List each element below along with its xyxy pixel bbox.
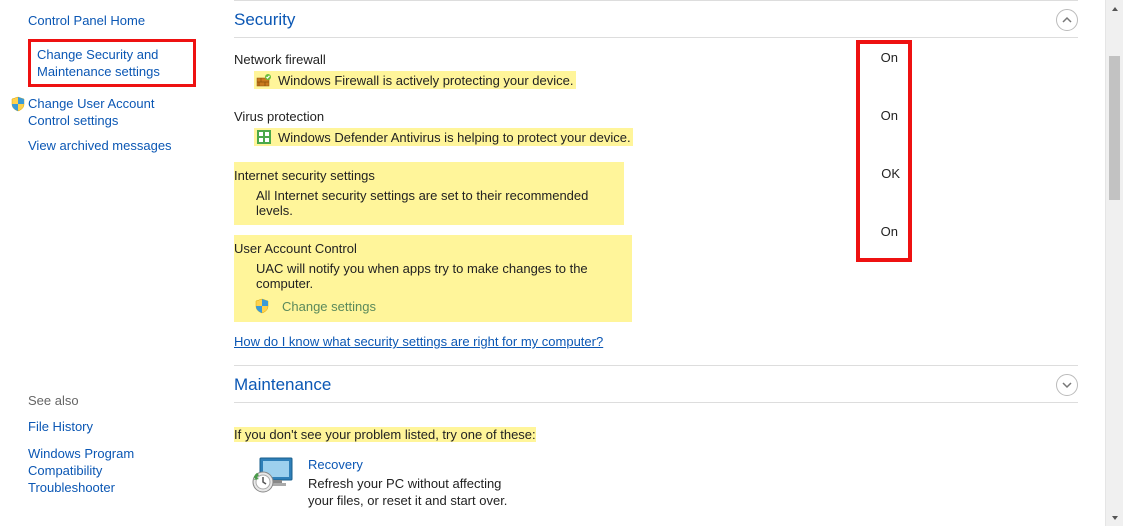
triangle-up-icon (1111, 5, 1119, 13)
virus-protection-item: Virus protection Windows Defender Antivi… (234, 109, 1078, 148)
firewall-icon (256, 72, 272, 88)
see-also-title: See also (28, 393, 212, 408)
scroll-up-button[interactable] (1106, 0, 1123, 17)
uac-title: User Account Control (234, 241, 624, 256)
internet-security-title: Internet security settings (234, 168, 616, 183)
network-firewall-status: On (881, 50, 898, 65)
chevron-down-icon (1062, 380, 1072, 390)
internet-security-item: Internet security settings All Internet … (234, 162, 624, 225)
recovery-desc-line1: Refresh your PC without affecting (308, 475, 507, 492)
scroll-down-button[interactable] (1106, 509, 1123, 526)
control-panel-home-link[interactable]: Control Panel Home (28, 12, 212, 29)
defender-icon (256, 129, 272, 145)
sidebar: Control Panel Home Change Security and M… (0, 0, 212, 526)
uac-item: User Account Control UAC will notify you… (234, 235, 632, 322)
change-security-maintenance-link[interactable]: Change Security and Maintenance settings (37, 46, 187, 80)
triangle-down-icon (1111, 514, 1119, 522)
view-archived-link[interactable]: View archived messages (28, 137, 212, 154)
internet-security-desc: All Internet security settings are set t… (254, 187, 616, 219)
vertical-scrollbar[interactable] (1105, 0, 1123, 526)
maintenance-title: Maintenance (234, 375, 1056, 395)
uac-change-settings-link[interactable]: Change settings (282, 299, 376, 314)
uac-status: On (881, 224, 898, 239)
security-title: Security (234, 10, 1056, 30)
maintenance-section-header[interactable]: Maintenance (234, 365, 1078, 403)
main-content: Security Network firewall (212, 0, 1106, 526)
network-firewall-item: Network firewall Windows Firewall is act… (234, 52, 1078, 91)
recovery-title[interactable]: Recovery (308, 456, 507, 473)
scroll-thumb[interactable] (1109, 56, 1120, 200)
highlight-box-change-settings: Change Security and Maintenance settings (28, 39, 196, 87)
recovery-desc-line2: your files, or reset it and start over. (308, 492, 507, 509)
network-firewall-desc: Windows Firewall is actively protecting … (278, 73, 574, 88)
virus-protection-title: Virus protection (234, 109, 1078, 124)
security-help-link[interactable]: How do I know what security settings are… (234, 334, 603, 349)
see-also-section: See also File History Windows Program Co… (28, 393, 212, 514)
expand-maintenance-button[interactable] (1056, 374, 1078, 396)
change-uac-link[interactable]: Change User Account Control settings (28, 95, 188, 129)
virus-protection-desc: Windows Defender Antivirus is helping to… (278, 130, 631, 145)
uac-shield-small-icon (254, 298, 270, 314)
compat-troubleshooter-link[interactable]: Windows Program Compatibility Troublesho… (28, 445, 188, 496)
file-history-link[interactable]: File History (28, 418, 212, 435)
security-section-header[interactable]: Security (234, 0, 1078, 38)
collapse-security-button[interactable] (1056, 9, 1078, 31)
uac-desc: UAC will notify you when apps try to mak… (254, 260, 624, 292)
try-one-of-these-text: If you don't see your problem listed, tr… (234, 427, 536, 442)
recovery-item[interactable]: Recovery Refresh your PC without affecti… (252, 456, 1078, 509)
recovery-icon (252, 456, 294, 494)
internet-security-status: OK (881, 166, 900, 181)
virus-protection-status: On (881, 108, 898, 123)
chevron-up-icon (1062, 15, 1072, 25)
uac-shield-icon (10, 96, 26, 112)
network-firewall-title: Network firewall (234, 52, 1078, 67)
